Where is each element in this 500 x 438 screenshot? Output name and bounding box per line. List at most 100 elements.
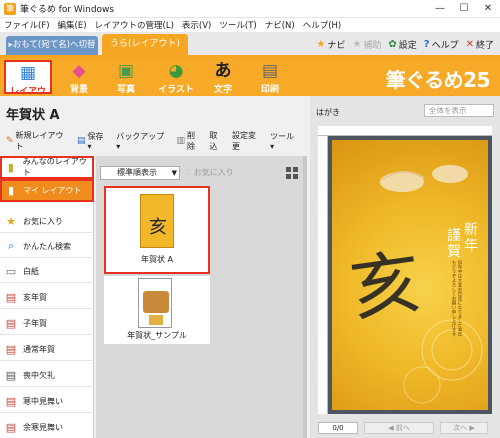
navi-link[interactable]: ★ ナビ <box>316 38 345 51</box>
prev-page-button[interactable]: ◀ 前へ <box>364 422 434 434</box>
exit-icon: ✕ <box>465 39 474 50</box>
list-scrollbar[interactable] <box>303 156 307 438</box>
toolbar-text-button[interactable]: あ 文字 <box>199 60 247 95</box>
settings-change-button[interactable]: 設定変更 <box>232 130 263 152</box>
exit-link[interactable]: ✕ 終了 <box>466 38 494 51</box>
toolbar-layout-button[interactable]: ▦ レイアウト <box>4 60 52 110</box>
favorite-toggle[interactable]: ♡ お気に入り <box>184 167 234 178</box>
assist-link[interactable]: ★ 補助 <box>352 38 381 51</box>
text-icon: あ <box>214 61 232 81</box>
sidebar-item-label: 通常年賀 <box>23 344 55 354</box>
toolbar-background-button[interactable]: ◆ 背景 <box>55 60 103 95</box>
sidebar-item-label: 白紙 <box>23 266 39 276</box>
app-icon: 筆 <box>4 2 16 15</box>
settings-label: 設定 <box>398 41 417 51</box>
layout-icon: ▦ <box>19 63 37 83</box>
maximize-button[interactable]: ☐ <box>452 0 476 18</box>
grid-view-icon[interactable] <box>286 167 298 179</box>
zoom-dropdown[interactable]: 全体を表示 <box>424 104 494 117</box>
tools-label: ツール ▾ <box>270 132 295 151</box>
panel-title: 年賀状 A <box>6 108 60 123</box>
save-icon: ▤ <box>76 136 86 146</box>
background-icon: ◆ <box>72 61 86 81</box>
sidebar-item-easy-search[interactable]: ⌕ かんたん検索 <box>0 235 94 258</box>
exit-label: 終了 <box>475 41 494 51</box>
toolbar-photo-button[interactable]: ▣ 写真 <box>102 60 150 95</box>
thumbnail-ornament <box>149 315 163 325</box>
next-page-button[interactable]: 次へ ▶ <box>440 422 488 434</box>
paper-type-label: はがき <box>316 108 340 117</box>
menu-navi[interactable]: ナビ(N) <box>265 19 295 31</box>
menu-bar: ファイル(F) 編集(E) レイアウトの管理(L) 表示(V) ツール(T) ナ… <box>0 18 500 32</box>
chevron-down-icon: ▼ <box>171 169 177 177</box>
sidebar-item-regular-new-year[interactable]: ▤ 通常年賀 <box>0 338 94 361</box>
sidebar-item-my-layouts[interactable]: ▮ マイ レイアウト <box>0 179 94 202</box>
close-button[interactable]: ✕ <box>476 0 500 18</box>
sort-dropdown[interactable]: 標準順表示 ▼ <box>100 166 180 180</box>
postcard-preview[interactable]: 亥 旧年中は大変お世話になりました本年もどうぞよろしくお願い申し上げます 謹賀 … <box>332 140 488 410</box>
thumbnail-kanji: 亥 <box>149 217 167 238</box>
new-layout-label: 新規レイアウト <box>15 131 64 151</box>
backup-button[interactable]: バックアップ ▾ <box>116 131 169 151</box>
folder-icon: ▮ <box>7 160 14 174</box>
menu-file[interactable]: ファイル(F) <box>4 19 50 31</box>
favorite-label: お気に入り <box>193 168 234 177</box>
sidebar-item-favorites[interactable]: ★ お気に入り <box>0 210 94 233</box>
help-link[interactable]: ? ヘルプ <box>424 38 459 51</box>
tab-row: ▸おもて(宛て名)へ切替 うら(レイアウト) ★ ナビ ★ 補助 ✿ 設定 ? ヘルプ … <box>0 32 500 58</box>
import-button[interactable]: 取込 <box>209 130 225 152</box>
sidebar-item-rat-new-year[interactable]: ▤ 子年賀 <box>0 312 94 335</box>
toolbar-text-label: 文字 <box>213 85 232 95</box>
horizontal-ruler <box>318 126 492 136</box>
sidebar-item-mourning[interactable]: ▤ 喪中欠礼 <box>0 364 94 387</box>
card-greeting-line1: 謹賀 <box>447 228 461 260</box>
vertical-ruler <box>318 136 328 414</box>
save-button[interactable]: ▤ 保存 ▾ <box>77 131 109 151</box>
tab-back-layout[interactable]: うら(レイアウト) <box>102 34 188 55</box>
top-links: ★ ナビ ★ 補助 ✿ 設定 ? ヘルプ ✕ 終了 <box>309 38 494 51</box>
watermelon-icon: ◕ <box>168 61 184 81</box>
main-toolbar: ▦ レイアウト ◆ 背景 ▣ 写真 ◕ イラスト あ 文字 ▤ 印刷 筆ぐるめ2… <box>0 58 500 110</box>
toolbar-illust-button[interactable]: ◕ イラスト <box>152 60 200 95</box>
sidebar-item-label: 寒中見舞い <box>23 396 63 406</box>
toolbar-print-button[interactable]: ▤ 印刷 <box>246 60 294 95</box>
card-icon: ▤ <box>5 290 17 304</box>
sidebar-item-label: 子年賀 <box>23 318 47 328</box>
sidebar-item-late-winter-greeting[interactable]: ▤ 余寒見舞い <box>0 416 94 438</box>
settings-link[interactable]: ✿ 設定 <box>388 38 416 51</box>
help-icon: ? <box>423 39 430 50</box>
sidebar-item-label: マイ レイアウト <box>23 185 82 195</box>
brand-logo: 筆ぐるめ25 <box>385 68 491 92</box>
toolbar-illust-label: イラスト <box>158 85 194 95</box>
menu-edit[interactable]: 編集(E) <box>58 19 87 31</box>
sidebar-item-blank[interactable]: ▭ 白紙 <box>0 260 94 283</box>
layout-card[interactable]: 年賀状_サンプル <box>104 276 210 344</box>
boar-illustration <box>380 165 468 192</box>
card-icon: ▤ <box>5 342 17 356</box>
menu-layout-manage[interactable]: レイアウトの管理(L) <box>95 19 174 31</box>
navi-label: ナビ <box>327 41 346 51</box>
menu-help[interactable]: ヘルプ(H) <box>303 19 342 31</box>
minimize-button[interactable]: — <box>428 0 452 18</box>
sidebar-item-boar-new-year[interactable]: ▤ 亥年賀 <box>0 286 94 309</box>
star-icon: ★ <box>316 39 326 50</box>
card-greeting-body: 旧年中は大変お世話になりました本年もどうぞよろしくお願い申し上げます <box>451 260 462 337</box>
title-bar: 筆 筆ぐるめ for Windows — ☐ ✕ <box>0 0 500 18</box>
tools-dropdown[interactable]: ツール ▾ <box>270 131 300 151</box>
delete-button[interactable]: ▥ 削除 <box>176 130 202 152</box>
preview-statusbar: 0/0 ◀ 前へ 次へ ▶ <box>318 420 494 436</box>
gear-icon: ✿ <box>388 39 397 50</box>
sidebar-item-winter-greeting[interactable]: ▤ 寒中見舞い <box>0 390 94 413</box>
search-icon: ⌕ <box>7 239 15 252</box>
switch-to-front-tab[interactable]: ▸おもて(宛て名)へ切替 <box>6 36 98 55</box>
heart-icon: ♡ <box>184 168 192 177</box>
settings-change-label: 設定変更 <box>231 131 256 151</box>
menu-view[interactable]: 表示(V) <box>182 19 211 31</box>
toolbar-photo-label: 写真 <box>116 85 135 95</box>
new-layout-button[interactable]: ✎ 新規レイアウト <box>6 130 70 152</box>
menu-tools[interactable]: ツール(T) <box>219 19 256 31</box>
card-icon: ▤ <box>5 394 17 408</box>
layout-card[interactable]: 亥 年賀状 A <box>104 186 210 274</box>
sidebar-item-everyone-layouts[interactable]: ▮ みんなのレイアウト <box>0 156 94 179</box>
import-label: 取込 <box>209 131 218 151</box>
